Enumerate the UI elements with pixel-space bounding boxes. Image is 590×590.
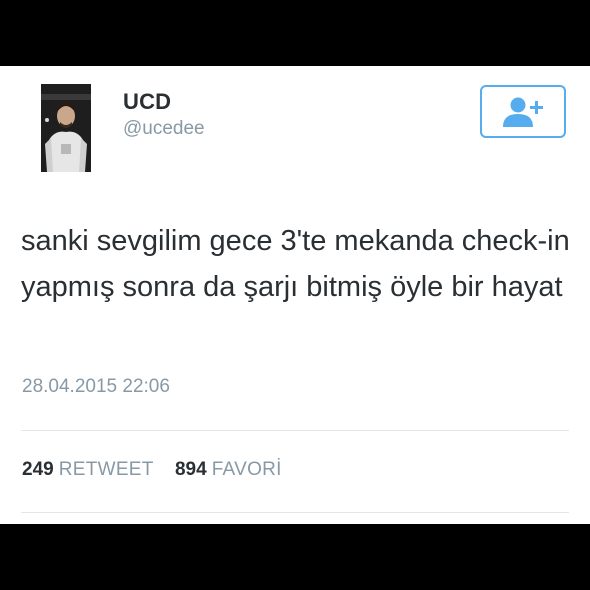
tweet-timestamp[interactable]: 28.04.2015 22:06 [22, 376, 170, 398]
avatar[interactable] [41, 84, 91, 172]
divider [21, 430, 569, 431]
add-user-icon [503, 97, 543, 127]
retweet-count: 249 [22, 459, 54, 480]
follow-button[interactable] [480, 85, 566, 138]
favorite-stat[interactable]: 894 FAVORİ [175, 459, 282, 480]
username[interactable]: @ucedee [123, 118, 205, 140]
tweet-text: sanki sevgilim gece 3'te mekanda check-i… [21, 225, 570, 303]
favorite-count: 894 [174, 459, 207, 480]
divider [21, 512, 569, 513]
tweet-card: UCD @ucedee sanki sevgilim gece 3'te mek… [0, 66, 590, 524]
tweet-stats: 249 RETWEET 894 FAVORİ [22, 459, 282, 481]
retweet-label: RETWEET [58, 459, 154, 480]
retweet-stat[interactable]: 249 RETWEET [22, 459, 159, 480]
favorite-label: FAVORİ [211, 459, 282, 480]
display-name[interactable]: UCD [123, 89, 171, 115]
